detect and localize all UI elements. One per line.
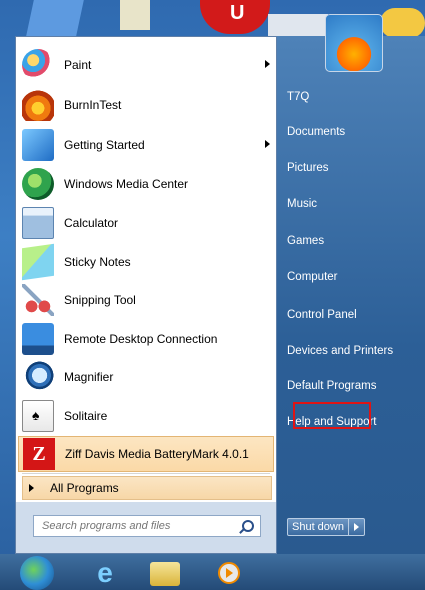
wallpaper-shape [380,8,425,38]
getting-started-icon [22,129,54,161]
shutdown-button[interactable]: Shut down [287,518,349,536]
search-box[interactable] [33,515,261,537]
calculator-icon [22,207,54,239]
program-label: Ziff Davis Media BatteryMark 4.0.1 [65,447,249,461]
snipping-tool-icon [22,284,54,316]
burnintest-icon [22,89,54,121]
sticky-notes-icon [22,243,54,281]
place-music[interactable]: Music [287,198,317,210]
programs-pane: Paint BurnInTest Getting Started Windows… [15,36,277,554]
media-player-icon[interactable] [218,562,240,584]
program-solitaire[interactable]: Solitaire [18,398,274,434]
place-pictures[interactable]: Pictures [287,162,329,174]
program-magnifier[interactable]: Magnifier [18,359,274,395]
program-label: BurnInTest [64,98,122,112]
search-input[interactable] [40,519,234,533]
chevron-right-icon[interactable] [265,140,270,148]
program-ziff-davis-batterymark[interactable]: Z Ziff Davis Media BatteryMark 4.0.1 [18,436,274,472]
wallpaper-shape [268,14,328,38]
media-center-icon [22,168,54,200]
program-sticky-notes[interactable]: Sticky Notes [18,243,274,281]
place-devices-and-printers[interactable]: Devices and Printers [287,345,393,357]
magnifier-icon [22,361,54,393]
program-label: Calculator [64,216,119,230]
places-pane: T7Q Documents Pictures Music Games Compu… [277,14,425,554]
program-label: Sticky Notes [64,255,131,269]
program-label: Windows Media Center [64,177,189,191]
taskbar: e [0,554,425,590]
program-paint[interactable]: Paint [18,47,274,83]
start-menu: Paint BurnInTest Getting Started Windows… [15,14,425,554]
chevron-right-icon [29,484,34,492]
remote-desktop-icon [22,323,54,355]
solitaire-icon [22,400,54,432]
shutdown-group: Shut down [287,518,365,536]
program-burnintest[interactable]: BurnInTest [18,87,274,123]
place-user-folder[interactable]: T7Q [287,91,309,103]
place-computer[interactable]: Computer [287,271,338,283]
user-picture[interactable] [325,14,383,72]
search-icon[interactable] [242,520,254,532]
wallpaper-shape [120,0,150,30]
internet-explorer-icon[interactable]: e [90,558,120,588]
program-remote-desktop[interactable]: Remote Desktop Connection [18,321,274,357]
program-label: Magnifier [64,370,114,384]
program-label: Solitaire [64,409,108,423]
program-label: Getting Started [64,138,145,152]
chevron-right-icon[interactable] [265,60,270,68]
place-games[interactable]: Games [287,235,324,247]
ziff-davis-icon: Z [23,438,55,470]
place-control-panel[interactable]: Control Panel [287,309,357,321]
start-orb-icon[interactable] [20,556,54,590]
program-calculator[interactable]: Calculator [18,205,274,241]
folder-icon[interactable] [150,562,180,586]
wallpaper-shape [26,0,84,36]
divider [22,473,270,474]
annotation-highlight-box [293,402,371,429]
program-snipping-tool[interactable]: Snipping Tool [18,282,274,318]
all-programs-button[interactable]: All Programs [22,476,272,500]
program-label: Snipping Tool [64,293,136,307]
program-windows-media-center[interactable]: Windows Media Center [18,166,274,202]
wallpaper-shape: U [200,0,270,34]
place-default-programs[interactable]: Default Programs [287,380,376,392]
program-label: Remote Desktop Connection [64,332,218,346]
program-label: Paint [64,58,92,72]
wallpaper-letter: U [230,2,245,24]
shutdown-options-button[interactable] [348,518,365,536]
all-programs-label: All Programs [50,481,119,495]
program-getting-started[interactable]: Getting Started [18,127,274,163]
paint-icon [22,49,54,81]
place-documents[interactable]: Documents [287,126,345,138]
